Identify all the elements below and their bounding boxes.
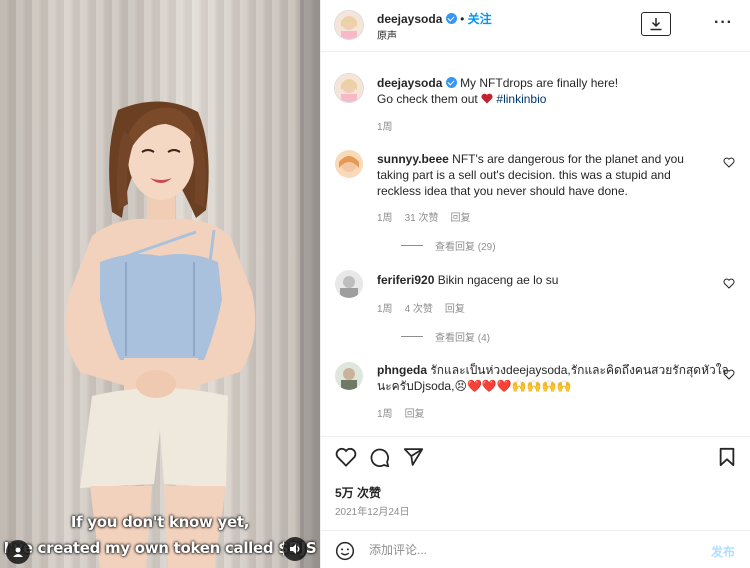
- comment-composer: 发布: [321, 530, 750, 568]
- comment-text-sunnyy: sunnyy.beee NFT's are dangerous for the …: [377, 151, 684, 199]
- avatar-image: [335, 270, 363, 298]
- header-separator: •: [460, 12, 465, 26]
- comment-meta-phngeda: 1周 回复: [377, 405, 425, 420]
- download-icon: [650, 18, 662, 31]
- comment-text-feriferi: feriferi920 Bikin ngaceng ae lo su: [377, 272, 558, 288]
- view-replies-label[interactable]: 查看回复 (4): [435, 329, 490, 344]
- post-actions-bar: [321, 436, 750, 478]
- avatar-image: [335, 11, 363, 39]
- avatar-image: [335, 74, 363, 102]
- comment-line-1: Bikin ngaceng ae lo su: [437, 273, 559, 287]
- comment-avatar-feriferi[interactable]: [335, 270, 363, 298]
- comment-avatar-phngeda[interactable]: [335, 362, 363, 390]
- comment-avatar-sunnyy[interactable]: [335, 150, 363, 178]
- author-avatar[interactable]: [335, 11, 363, 39]
- caption-username[interactable]: deejaysoda: [377, 76, 442, 90]
- avatar-image: [335, 150, 363, 178]
- tagged-users-button[interactable]: [6, 540, 30, 564]
- comment-meta-sunnyy: 1周 31 次赞 回复: [377, 209, 470, 224]
- video-frame-person: [65, 0, 320, 568]
- comment-time[interactable]: 1周: [377, 300, 393, 315]
- follow-button[interactable]: 关注: [468, 12, 492, 26]
- video-caption-line-1: If you don't know yet,: [70, 513, 250, 531]
- comment-reply-button[interactable]: 回复: [405, 405, 425, 420]
- like-heart-icon[interactable]: [335, 447, 357, 467]
- post-date: 2021年12月24日: [335, 507, 410, 518]
- video-caption-line-2: I've created my own token called $DJS: [3, 539, 317, 557]
- header-author-line: deejaysoda • 关注: [377, 10, 492, 27]
- comment-meta-feriferi: 1周 4 次赞 回复: [377, 300, 465, 315]
- view-replies-sunnyy[interactable]: 查看回复 (29): [401, 238, 496, 253]
- comment-likes[interactable]: 4 次赞: [405, 300, 433, 315]
- replies-divider: [401, 245, 423, 246]
- more-options-button[interactable]: ···: [714, 14, 733, 32]
- comment-line-2: taking part is a sell out's decision. th…: [377, 168, 671, 182]
- comment-line-2: นะครับDjsoda,: [377, 379, 455, 393]
- like-comment-heart-icon[interactable]: [723, 369, 735, 380]
- emoji-smiley-icon[interactable]: [335, 541, 355, 561]
- audio-label[interactable]: 原声: [377, 27, 397, 42]
- likes-count[interactable]: 5万 次赞: [335, 484, 381, 501]
- like-comment-heart-icon[interactable]: [723, 157, 735, 168]
- comment-input[interactable]: [369, 540, 669, 560]
- avatar-image: [335, 362, 363, 390]
- replies-divider: [401, 336, 423, 337]
- verified-badge-icon: [445, 77, 457, 88]
- post-comment-button[interactable]: 发布: [711, 543, 735, 560]
- comment-username[interactable]: feriferi920: [377, 273, 434, 287]
- comment-line-1: รักและเป็นห่วงdeejaysoda,รักและคิดถึงคนส…: [430, 363, 729, 377]
- comment-line-3: reckless idea that you never should have…: [377, 184, 628, 198]
- comment-time[interactable]: 1周: [377, 209, 393, 224]
- instagram-post-view: If you don't know yet, I've created my o…: [0, 0, 750, 568]
- post-header: deejaysoda • 关注 原声 ···: [321, 0, 750, 52]
- view-replies-label[interactable]: 查看回复 (29): [435, 238, 496, 253]
- comment-emojis: 😣❤️❤️❤️🙌🙌🙌🙌: [454, 379, 572, 393]
- verified-badge-icon: [445, 13, 457, 24]
- comment-bubble-icon[interactable]: [369, 447, 390, 468]
- comment-likes[interactable]: 31 次赞: [405, 209, 439, 224]
- author-username[interactable]: deejaysoda: [377, 12, 442, 26]
- comment-username[interactable]: sunnyy.beee: [377, 152, 449, 166]
- caption-text-line-2: Go check them out: [377, 92, 478, 106]
- save-bookmark-icon[interactable]: [718, 447, 736, 467]
- hashtag-link[interactable]: #linkinbio: [496, 92, 546, 106]
- view-replies-feriferi[interactable]: 查看回复 (4): [401, 329, 490, 344]
- post-caption: deejaysoda My NFTdrops are finally here!…: [377, 75, 618, 107]
- caption-time[interactable]: 1周: [377, 118, 393, 133]
- like-comment-heart-icon[interactable]: [723, 278, 735, 289]
- heart-emoji-icon: [481, 93, 493, 104]
- caption-text-line-1: My NFTdrops are finally here!: [460, 76, 619, 90]
- share-send-icon[interactable]: [403, 447, 424, 467]
- comment-text-phngeda: phngeda รักและเป็นห่วงdeejaysoda,รักและค…: [377, 362, 737, 394]
- caption-author-avatar[interactable]: [335, 74, 363, 102]
- sound-toggle-button[interactable]: [283, 537, 307, 561]
- user-icon: [13, 547, 23, 557]
- comment-time[interactable]: 1周: [377, 405, 393, 420]
- speaker-icon: [290, 544, 300, 554]
- comment-reply-button[interactable]: 回复: [445, 300, 465, 315]
- download-button[interactable]: [641, 12, 671, 36]
- comment-reply-button[interactable]: 回复: [450, 209, 470, 224]
- post-details-panel: deejaysoda • 关注 原声 ··· deejaysoda My NFT…: [320, 0, 750, 568]
- video-player[interactable]: If you don't know yet, I've created my o…: [0, 0, 320, 568]
- comment-username[interactable]: phngeda: [377, 363, 427, 377]
- caption-meta: 1周: [377, 118, 393, 133]
- comment-line-1: NFT's are dangerous for the planet and y…: [452, 152, 684, 166]
